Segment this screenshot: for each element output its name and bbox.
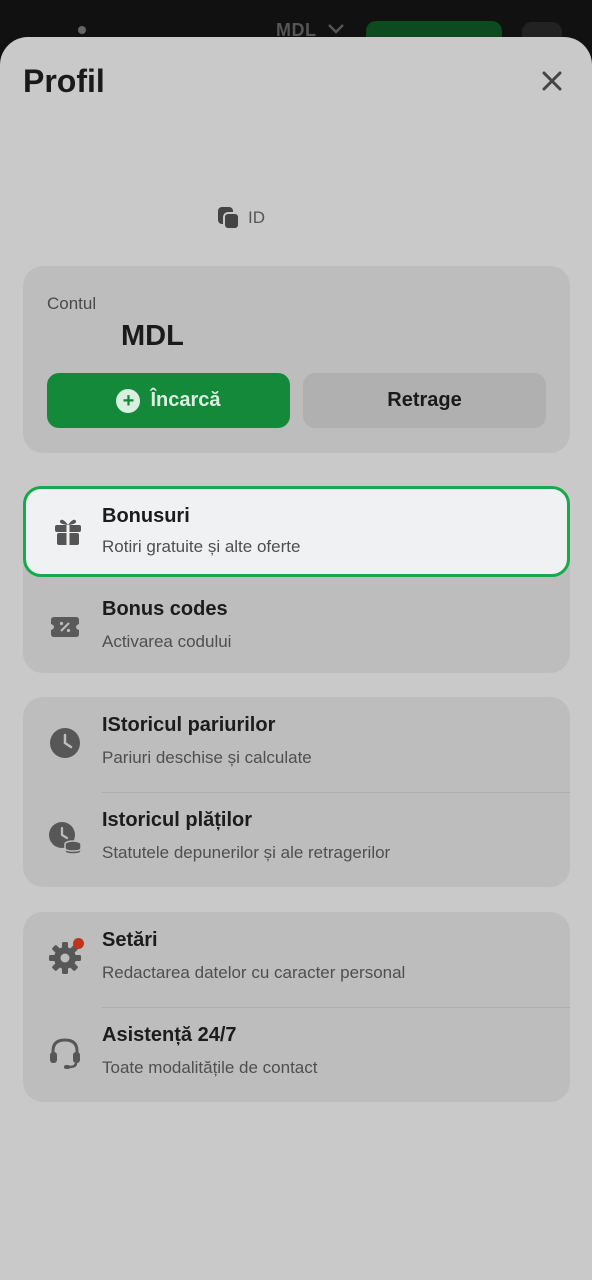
menu-dot-icon [78, 26, 86, 34]
clock-icon [50, 728, 80, 758]
bonuses-item[interactable]: Bonusuri Rotiri gratuite și alte oferte [23, 486, 570, 577]
bet-history-item[interactable]: IStoricul pariurilor Pariuri deschise și… [23, 697, 570, 792]
user-id-label: ID [248, 208, 265, 227]
bonus-codes-item[interactable]: Bonus codes Activarea codului [23, 581, 570, 676]
bonuses-title: Bonusuri [102, 505, 190, 527]
account-currency: MDL [121, 320, 184, 352]
user-id-row[interactable]: ID [216, 205, 265, 231]
notification-dot [73, 938, 84, 949]
deposit-button[interactable]: + Încarcă [47, 373, 290, 428]
settings-item[interactable]: Setări Redactarea datelor cu caracter pe… [23, 912, 570, 1007]
headset-icon [50, 1038, 80, 1069]
bonus-codes-title: Bonus codes [102, 598, 228, 620]
history-group: IStoricul pariurilor Pariuri deschise și… [23, 697, 570, 887]
payment-history-item[interactable]: Istoricul plăților Statutele depunerilor… [23, 792, 570, 887]
settings-group: Setări Redactarea datelor cu caracter pe… [23, 912, 570, 1102]
settings-title: Setări [102, 929, 158, 951]
support-item[interactable]: Asistență 24/7 Toate modalitățile de con… [23, 1007, 570, 1102]
support-subtitle: Toate modalitățile de contact [102, 1058, 318, 1077]
close-icon[interactable] [536, 65, 568, 97]
settings-subtitle: Redactarea datelor cu caracter personal [102, 963, 406, 982]
payment-history-subtitle: Statutele depunerilor și ale retragerilo… [102, 843, 391, 862]
withdraw-button[interactable]: Retrage [303, 373, 546, 428]
gift-icon [55, 519, 81, 545]
account-label: Contul [47, 294, 97, 313]
bonuses-subtitle: Rotiri gratuite și alte oferte [102, 537, 301, 556]
bet-history-title: IStoricul pariurilor [102, 714, 276, 736]
bonus-codes-subtitle: Activarea codului [102, 632, 232, 651]
bet-history-subtitle: Pariuri deschise și calculate [102, 748, 312, 767]
withdraw-button-label: Retrage [387, 389, 462, 411]
deposit-button-label: Încarcă [150, 389, 221, 411]
account-card: Contul MDL + Încarcă Retrage [23, 266, 570, 453]
page-title: Profil [23, 63, 105, 99]
chevron-down-icon [328, 24, 344, 34]
coupon-icon [51, 617, 79, 637]
payment-history-icon [49, 822, 82, 855]
payment-history-title: Istoricul plăților [102, 809, 253, 831]
copy-icon [218, 207, 240, 230]
plus-icon: + [116, 388, 141, 413]
profile-sheet: Profil ID Contul MDL + Încarcă Retrage B… [0, 37, 592, 1280]
support-title: Asistență 24/7 [102, 1024, 237, 1046]
